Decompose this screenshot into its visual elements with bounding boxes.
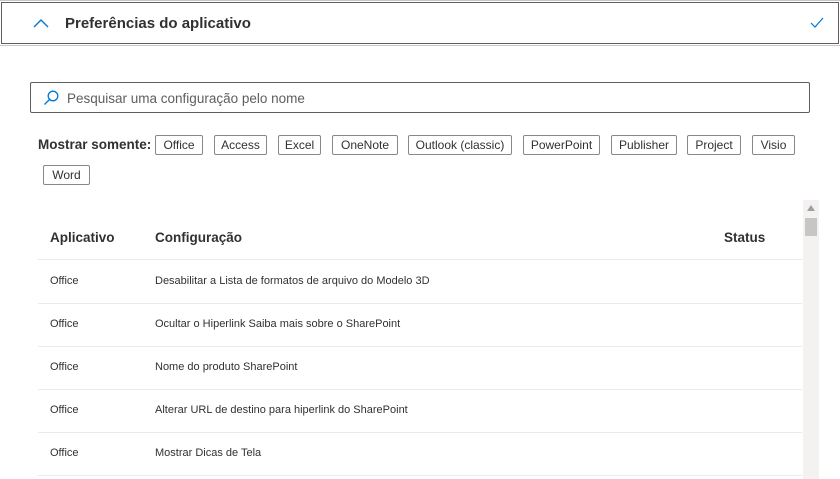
row-config: Desabilitar a Lista de formatos de arqui…	[155, 275, 430, 287]
table-row[interactable]: Office Mostrar Dicas de Tela	[38, 433, 802, 476]
search-icon	[44, 90, 59, 105]
section-title: Preferências do aplicativo	[65, 15, 251, 32]
filter-chip-onenote[interactable]: OneNote	[332, 135, 398, 155]
filter-chip-visio[interactable]: Visio	[752, 135, 795, 155]
checkmark-icon	[810, 17, 824, 28]
filter-chip-publisher[interactable]: Publisher	[611, 135, 677, 155]
filter-chip-word[interactable]: Word	[43, 165, 90, 185]
column-header-app[interactable]: Aplicativo	[50, 230, 115, 245]
filter-chip-outlook[interactable]: Outlook (classic)	[408, 135, 512, 155]
row-config: Nome do produto SharePoint	[155, 361, 298, 373]
search-placeholder: Pesquisar uma configuração pelo nome	[67, 91, 305, 106]
filter-chip-powerpoint[interactable]: PowerPoint	[523, 135, 600, 155]
filter-chip-access[interactable]: Access	[214, 135, 267, 155]
row-config: Mostrar Dicas de Tela	[155, 447, 262, 459]
row-config: Alterar URL de destino para hiperlink do…	[155, 404, 408, 416]
scroll-up-icon[interactable]	[806, 204, 816, 212]
row-app: Office	[50, 361, 79, 373]
row-app: Office	[50, 447, 79, 459]
section-header[interactable]: Preferências do aplicativo	[0, 0, 840, 46]
column-header-config[interactable]: Configuração	[155, 230, 242, 245]
scrollbar-thumb[interactable]	[805, 218, 817, 236]
filter-chip-project[interactable]: Project	[687, 135, 741, 155]
row-app: Office	[50, 318, 79, 330]
row-app: Office	[50, 404, 79, 416]
search-input[interactable]: Pesquisar uma configuração pelo nome	[30, 82, 810, 113]
column-header-status[interactable]: Status	[724, 230, 765, 245]
table-row[interactable]: Office Nome do produto SharePoint	[38, 347, 802, 390]
filter-chip-office[interactable]: Office	[155, 135, 203, 155]
row-app: Office	[50, 275, 79, 287]
row-config: Ocultar o Hiperlink Saiba mais sobre o S…	[155, 318, 401, 330]
table-header-row: Aplicativo Configuração Status	[38, 212, 802, 260]
table-row[interactable]: Office Desabilitar a Lista de formatos d…	[38, 261, 802, 304]
filter-chip-excel[interactable]: Excel	[278, 135, 321, 155]
table-row[interactable]: Office Alterar URL de destino para hiper…	[38, 390, 802, 433]
chevron-up-icon[interactable]	[32, 15, 50, 33]
table-row[interactable]: Office Ocultar o Hiperlink Saiba mais so…	[38, 304, 802, 347]
vertical-scrollbar[interactable]	[803, 200, 819, 479]
filter-label: Mostrar somente:	[38, 137, 152, 152]
